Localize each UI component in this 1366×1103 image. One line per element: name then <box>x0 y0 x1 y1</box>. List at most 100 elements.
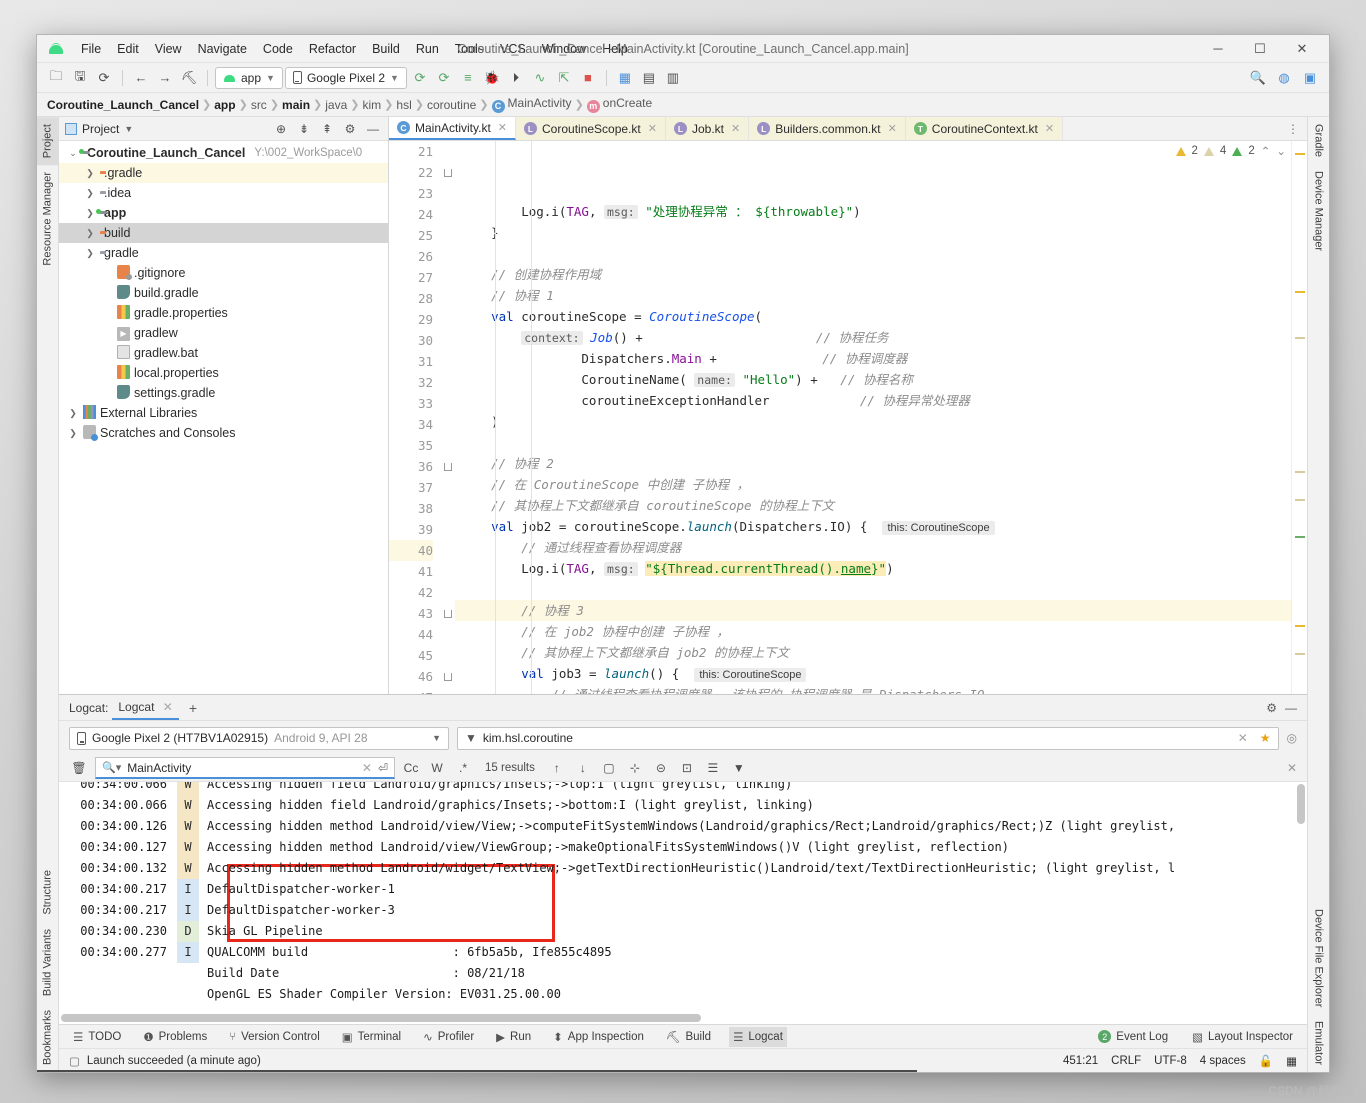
code-line[interactable]: // 通过线程查看协程调度器 <box>455 537 1291 558</box>
prev-problem-icon[interactable]: ⌃ <box>1261 144 1271 158</box>
editor-tab-job-kt[interactable]: L Job.kt ✕ <box>665 117 750 140</box>
print-icon[interactable]: ☰ <box>703 758 723 778</box>
breadcrumb-item-kim[interactable]: kim <box>363 98 382 112</box>
event-log-icon[interactable]: ▦ <box>1286 1054 1297 1068</box>
hide-panel-icon[interactable]: — <box>1285 701 1297 715</box>
code-line[interactable]: Log.i(TAG, msg: "${Thread.currentThread(… <box>455 558 1291 579</box>
soft-wrap-icon[interactable]: ⊹ <box>625 758 645 778</box>
project-tree-item-idea[interactable]: ❯ .idea <box>59 183 388 203</box>
stop-icon[interactable]: ■ <box>577 67 599 89</box>
sidebar-tab-gradle[interactable]: Gradle <box>1308 117 1329 164</box>
regex-toggle[interactable]: .* <box>453 758 473 778</box>
menu-tools[interactable]: Tools <box>447 39 492 59</box>
logcat-row[interactable]: 00:34:00.126 W Accessing hidden method Lan… <box>59 816 1307 837</box>
scroll-to-end-icon[interactable]: ⊡ <box>677 758 697 778</box>
project-tree-item-gradle[interactable]: ❯ gradle <box>59 243 388 263</box>
sidebar-tab-bookmarks[interactable]: Bookmarks <box>37 1003 58 1072</box>
clear-logcat-icon[interactable]: ⊝ <box>651 758 671 778</box>
save-all-icon[interactable]: 🖫 <box>69 67 91 89</box>
menu-edit[interactable]: Edit <box>109 39 147 59</box>
chevron-right-icon[interactable]: ❯ <box>84 248 96 259</box>
whole-words-toggle[interactable]: W <box>427 758 447 778</box>
fold-marker-icon[interactable] <box>444 169 452 177</box>
add-logcat-tab-button[interactable]: + <box>183 696 203 720</box>
code-line[interactable]: // 通过线程查看协程调度器 ，该协程的 协程调度器 是 Dispatchers… <box>455 684 1291 694</box>
sidebar-tab-emulator[interactable]: Emulator <box>1308 1014 1329 1072</box>
logcat-row[interactable]: OpenGL ES Shader Compiler Version: EV031… <box>59 984 1307 1005</box>
expand-all-icon[interactable]: ⇟ <box>295 120 313 138</box>
bottom-tool-profiler[interactable]: ∿ Profiler <box>419 1027 478 1047</box>
editor-tab-builders-common-kt[interactable]: L Builders.common.kt ✕ <box>749 117 906 140</box>
sidebar-tab-device-file-explorer[interactable]: Device File Explorer <box>1308 902 1329 1014</box>
code-line[interactable]: // 其协程上下文都继承自 coroutineScope 的协程上下文 <box>455 495 1291 516</box>
code-line[interactable]: val job3 = launch() { this: CoroutineSco… <box>455 663 1291 684</box>
forward-icon[interactable]: → <box>154 67 176 89</box>
fold-marker-icon[interactable] <box>444 673 452 681</box>
project-tree-item-scratches-and-consoles[interactable]: ❯ Scratches and Consoles <box>59 423 388 443</box>
chevron-right-icon[interactable]: ❯ <box>84 208 96 219</box>
sidebar-tab-device-manager[interactable]: Device Manager <box>1308 164 1329 258</box>
code-line[interactable] <box>455 432 1291 453</box>
code-line[interactable]: ) <box>455 411 1291 432</box>
project-tree-item-gradle-properties[interactable]: gradle.properties <box>59 303 388 323</box>
editor-tab-mainactivity-kt[interactable]: C MainActivity.kt ✕ <box>389 117 517 140</box>
project-tree[interactable]: ⌄ Coroutine_Launch_Cancel Y:\002_WorkSpace… <box>59 141 388 694</box>
bottom-tool-problems[interactable]: ❶ Problems <box>139 1027 211 1047</box>
menu-window[interactable]: Window <box>534 39 594 59</box>
editor-tabs-overflow[interactable]: ⋮ <box>1279 117 1307 140</box>
code-line[interactable]: val coroutineScope = CoroutineScope( <box>455 306 1291 327</box>
code-line[interactable]: val job2 = coroutineScope.launch(Dispatc… <box>455 516 1291 537</box>
account-icon[interactable]: ◍ <box>1273 67 1295 89</box>
editor-tab-coroutinescope-kt[interactable]: L CoroutineScope.kt ✕ <box>516 117 666 140</box>
editor-tabs[interactable]: C MainActivity.kt ✕ L CoroutineScope.kt ✕ L Job… <box>389 117 1307 141</box>
logcat-search-input[interactable]: 🔍▾ MainActivity ✕ ⏎ <box>95 757 395 779</box>
breadcrumb-item-java[interactable]: java <box>325 98 347 112</box>
gear-icon[interactable]: ⚙ <box>341 120 359 138</box>
layout-editor-icon[interactable]: ▥ <box>662 67 684 89</box>
device-dropdown[interactable]: Google Pixel 2 (HT7BV1A02915) Android 9,… <box>69 726 449 750</box>
logcat-package-filter[interactable]: ▼ kim.hsl.coroutine ✕ ★ <box>457 726 1279 750</box>
menu-refactor[interactable]: Refactor <box>301 39 364 59</box>
indent-setting[interactable]: 4 spaces <box>1200 1055 1246 1067</box>
bottom-tool-event-log[interactable]: 2 Event Log <box>1094 1027 1172 1046</box>
close-search-icon[interactable]: ✕ <box>1287 761 1297 775</box>
profile-icon[interactable]: ∿ <box>529 67 551 89</box>
fold-marker-icon[interactable] <box>444 610 452 618</box>
breadcrumb-item-oncreate[interactable]: m onCreate <box>586 96 652 113</box>
gear-icon[interactable]: ⚙ <box>1266 701 1277 715</box>
clear-filter-icon[interactable]: ✕ <box>1238 731 1248 745</box>
chevron-right-icon[interactable]: ❯ <box>84 188 96 199</box>
favorite-star-icon[interactable]: ★ <box>1260 731 1271 745</box>
bottom-tool-todo[interactable]: ☰ TODO <box>69 1027 125 1047</box>
close-icon[interactable]: ✕ <box>648 122 657 135</box>
menu-file[interactable]: File <box>73 39 109 59</box>
project-tree-item-local-properties[interactable]: local.properties <box>59 363 388 383</box>
chevron-right-icon[interactable]: ❯ <box>84 168 96 179</box>
menu-vcs[interactable]: VCS <box>492 39 534 59</box>
close-icon[interactable]: ✕ <box>1045 122 1054 135</box>
code-line[interactable]: // 创建协程作用域 <box>455 264 1291 285</box>
hide-panel-icon[interactable]: — <box>364 120 382 138</box>
project-tree-item-gradlew-bat[interactable]: gradlew.bat <box>59 343 388 363</box>
clear-search-icon[interactable]: ✕ <box>362 761 372 775</box>
code-line[interactable]: // 在 job2 协程中创建 子协程 ， <box>455 621 1291 642</box>
run-button-icon[interactable]: ⟳ <box>409 67 431 89</box>
logcat-row[interactable]: 00:34:00.127 W Accessing hidden method Lan… <box>59 837 1307 858</box>
sync-icon[interactable]: ⟳ <box>93 67 115 89</box>
breadcrumb-item-hsl[interactable]: hsl <box>396 98 411 112</box>
code-line[interactable]: } <box>455 222 1291 243</box>
line-separator[interactable]: CRLF <box>1111 1055 1141 1067</box>
attach-debugger-icon[interactable]: ⏵ <box>505 67 527 89</box>
regex-history-icon[interactable]: ⏎ <box>378 761 388 775</box>
breadcrumb-item-mainactivity[interactable]: C MainActivity <box>491 96 572 113</box>
breadcrumb-item-src[interactable]: src <box>251 98 267 112</box>
delete-icon[interactable]: 🗑 <box>69 758 89 778</box>
code-line[interactable]: CoroutineName( name: "Hello") + // 协程名称 <box>455 369 1291 390</box>
maximize-button[interactable]: ☐ <box>1239 35 1281 62</box>
help-icon[interactable]: ◎ <box>1287 731 1297 745</box>
project-tree-item-gradle[interactable]: ❯ .gradle <box>59 163 388 183</box>
breadcrumb-item-main[interactable]: main <box>282 98 310 112</box>
caret-position[interactable]: 451:21 <box>1063 1055 1098 1067</box>
logcat-row[interactable]: 00:34:00.217 I DefaultDispatcher-worker-3 <box>59 900 1307 921</box>
chevron-right-icon[interactable]: ❯ <box>84 228 96 239</box>
